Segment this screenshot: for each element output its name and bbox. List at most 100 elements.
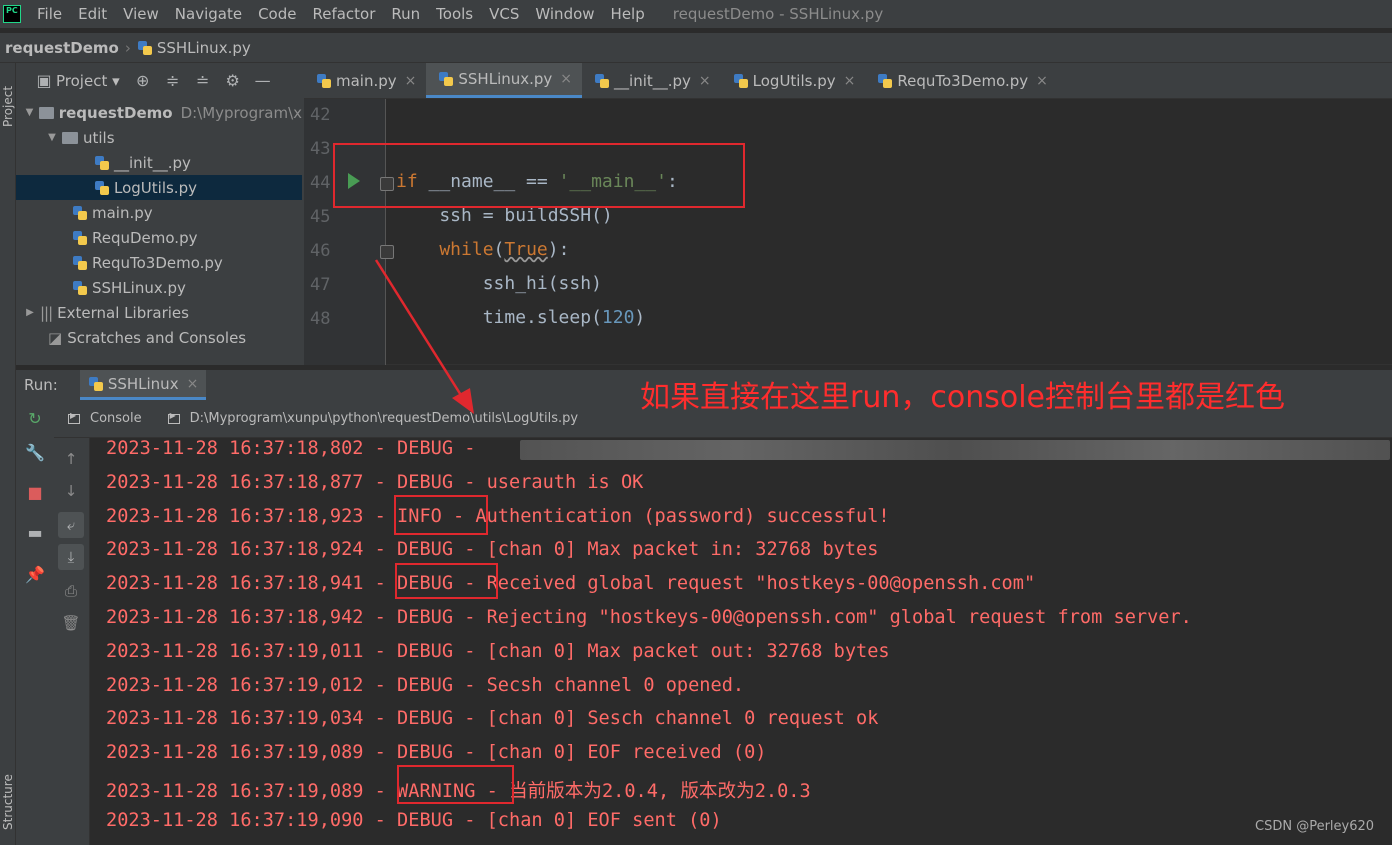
log-line: 2023-11-28 16:37:18,942 - DEBUG - Reject… — [106, 607, 1192, 628]
menu-bar: PC File Edit View Navigate Code Refactor… — [0, 0, 1392, 28]
tree-item-scratches[interactable]: ◪ Scratches and Consoles — [16, 325, 302, 350]
log-line: 2023-11-28 16:37:18,923 - INFO - Authent… — [106, 505, 890, 527]
code-editor[interactable]: 42 43 44 45 46 47 48 if __name__ == '__m… — [304, 99, 1392, 365]
line-number: 42 — [310, 105, 331, 125]
console-output[interactable]: 2023-11-28 16:37:18,802 - DEBUG - 2023-1… — [90, 438, 1392, 845]
menu-navigate[interactable]: Navigate — [167, 1, 250, 27]
menu-view[interactable]: View — [115, 1, 167, 27]
console-icon — [167, 411, 180, 424]
close-icon[interactable]: × — [187, 376, 199, 392]
console-toolbar: ↑ ↓ ⤶ ⤓ ⎙ 🗑 — [54, 438, 90, 845]
hide-icon[interactable]: — — [252, 70, 274, 92]
scratches-icon: ◪ — [48, 328, 63, 347]
python-file-icon — [72, 205, 88, 221]
log-line: 2023-11-28 16:37:19,090 - DEBUG - [chan … — [106, 809, 722, 831]
breadcrumb-project[interactable]: requestDemo — [5, 39, 119, 57]
python-file-icon — [594, 73, 610, 89]
collapse-all-icon[interactable]: ≐ — [192, 70, 214, 92]
run-tab-sshlinux[interactable]: SSHLinux × — [79, 370, 207, 400]
breadcrumb-file-label: SSHLinux.py — [156, 38, 251, 57]
fold-icon[interactable] — [380, 245, 394, 259]
tree-item-sshlinux-py[interactable]: SSHLinux.py — [16, 275, 302, 300]
project-panel-toolbar: ▣ Project ▾ ⊕ ≑ ≐ ⚙ — — [16, 63, 304, 99]
pycharm-logo-icon: PC — [3, 5, 21, 23]
trash-icon[interactable]: 🗑 — [58, 610, 84, 636]
log-line: 2023-11-28 16:37:18,802 - DEBUG - — [106, 438, 476, 459]
rerun-icon[interactable]: ↻ — [24, 408, 46, 430]
print-icon[interactable]: ⎙ — [58, 578, 84, 604]
tab-logutils-path[interactable]: D:\Myprogram\xunpu\python\requestDemo\ut… — [167, 411, 578, 426]
gear-icon[interactable]: ⚙ — [222, 70, 244, 92]
menu-run[interactable]: Run — [383, 1, 428, 27]
tab-main-py[interactable]: main.py × — [304, 63, 426, 98]
chevron-down-icon[interactable]: ▼ — [46, 132, 58, 143]
tree-item-external-libraries[interactable]: ▶ ||| External Libraries — [16, 300, 302, 325]
structure-tool-window-button[interactable]: Structure — [0, 763, 16, 841]
chevron-down-icon[interactable]: ▼ — [24, 107, 35, 118]
chevron-right-icon[interactable]: ▶ — [24, 307, 36, 318]
close-icon[interactable]: × — [844, 73, 856, 89]
log-line: 2023-11-28 16:37:18,941 - DEBUG - Receiv… — [106, 573, 1036, 595]
arrow-down-icon[interactable]: ↓ — [58, 478, 84, 504]
close-icon[interactable]: × — [1036, 73, 1048, 89]
wrench-icon[interactable]: 🔧 — [24, 442, 46, 464]
arrow-up-icon[interactable]: ↑ — [58, 446, 84, 472]
breadcrumb-file[interactable]: SSHLinux.py — [137, 39, 251, 57]
soft-wrap-icon[interactable]: ⤶ — [58, 512, 84, 538]
line-number: 45 — [310, 207, 331, 227]
menu-refactor[interactable]: Refactor — [304, 1, 383, 27]
annotation-box-debug — [395, 563, 498, 599]
menu-vcs[interactable]: VCS — [481, 1, 527, 27]
menu-code[interactable]: Code — [250, 1, 304, 27]
menu-file[interactable]: File — [29, 1, 70, 27]
pin-icon[interactable]: 📌 — [24, 564, 46, 586]
project-panel-icon: ▣ — [36, 71, 52, 90]
scroll-to-end-icon[interactable]: ⤓ — [58, 544, 84, 570]
close-icon[interactable]: × — [699, 73, 711, 89]
tab-logutils-py[interactable]: LogUtils.py × — [721, 63, 866, 98]
code-line-45: ssh = buildSSH() — [396, 205, 613, 226]
expand-all-icon[interactable]: ≑ — [162, 70, 184, 92]
tree-item-requdemo-py[interactable]: RequDemo.py — [16, 225, 302, 250]
python-file-icon — [316, 73, 332, 89]
watermark: CSDN @Perley620 — [1255, 819, 1375, 834]
window-title: requestDemo - SSHLinux.py — [672, 5, 884, 23]
tab-console[interactable]: Console — [68, 411, 142, 426]
locate-icon[interactable]: ⊕ — [132, 70, 154, 92]
menu-help[interactable]: Help — [603, 1, 653, 27]
project-view-dropdown[interactable]: Project ▾ — [56, 72, 120, 90]
tree-item-init-py[interactable]: __init__.py — [16, 150, 302, 175]
python-file-icon — [72, 280, 88, 296]
python-file-icon — [72, 230, 88, 246]
close-icon[interactable]: × — [560, 71, 572, 87]
tree-item-requto3demo-py[interactable]: RequTo3Demo.py — [16, 250, 302, 275]
chevron-right-icon: › — [124, 38, 131, 57]
tree-item-logutils-py[interactable]: LogUtils.py — [16, 175, 302, 200]
annotation-box-main-guard — [333, 143, 745, 208]
close-icon[interactable]: × — [405, 73, 417, 89]
tab-init-py[interactable]: __init__.py × — [582, 63, 721, 98]
line-number: 48 — [310, 309, 331, 329]
menu-edit[interactable]: Edit — [70, 1, 115, 27]
tree-item-utils[interactable]: ▼ utils — [16, 125, 302, 150]
menu-tools[interactable]: Tools — [428, 1, 481, 27]
tree-item-requestdemo[interactable]: ▼ requestDemo D:\Myprogram\x — [16, 100, 302, 125]
layout-icon[interactable]: ▬ — [24, 522, 46, 544]
project-tree: ▼ requestDemo D:\Myprogram\x ▼ utils __i… — [16, 99, 316, 365]
tab-requto3demo-py[interactable]: RequTo3Demo.py × — [865, 63, 1058, 98]
tree-item-main-py[interactable]: main.py — [16, 200, 302, 225]
python-file-icon — [72, 255, 88, 271]
left-tool-strip: Project Structure — [0, 63, 16, 845]
tab-sshlinux-py[interactable]: SSHLinux.py × — [426, 63, 583, 98]
menu-window[interactable]: Window — [527, 1, 602, 27]
log-line: 2023-11-28 16:37:18,924 - DEBUG - [chan … — [106, 539, 879, 561]
code-line-46: while(True): — [396, 239, 570, 260]
project-tool-window-button[interactable]: Project — [0, 71, 16, 141]
redacted-region — [520, 440, 1390, 460]
log-line: 2023-11-28 16:37:19,034 - DEBUG - [chan … — [106, 708, 879, 730]
stop-icon[interactable]: ■ — [24, 482, 46, 504]
breadcrumb: requestDemo › SSHLinux.py — [0, 33, 1392, 63]
console-icon — [68, 411, 80, 424]
annotation-box-warning — [397, 765, 514, 804]
python-file-icon — [94, 180, 110, 196]
